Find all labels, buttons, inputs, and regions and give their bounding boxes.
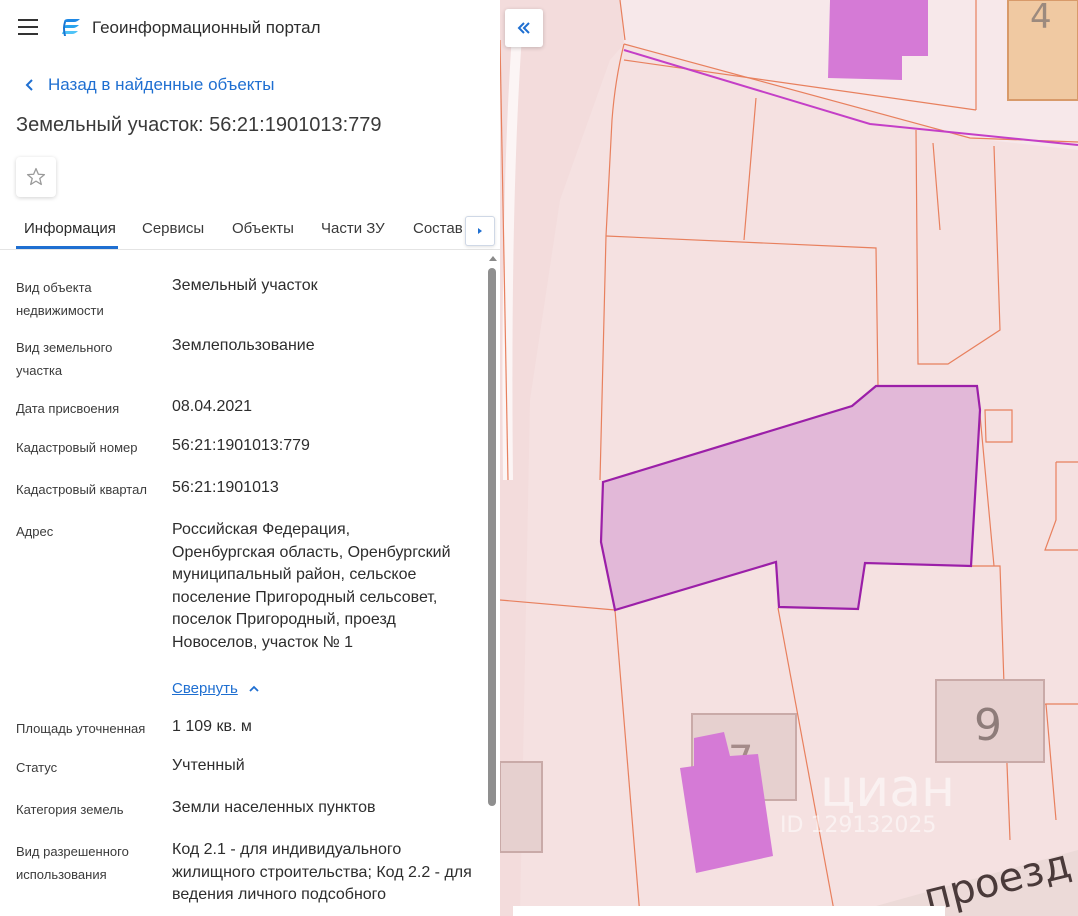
building [500, 761, 543, 853]
back-link-label: Назад в найденные объекты [48, 75, 275, 94]
address-value: Российская Федерация, Оренбургская облас… [172, 521, 451, 651]
property-value: Учтенный [172, 757, 245, 774]
property-label: Категория земель [16, 802, 124, 817]
tab-objects[interactable]: Объекты [232, 220, 294, 237]
property-value: Код 2.1 - для индивидуального жилищного … [172, 841, 472, 903]
property-label: Кадастровый квартал [16, 482, 147, 497]
tab-composition[interactable]: Состав [413, 220, 463, 237]
property-value: Земельный участок [172, 277, 318, 294]
selected-parcel[interactable] [599, 384, 982, 612]
property-value: 56:21:1901013:779 [172, 437, 310, 454]
app-title: Геоинформационный портал [92, 18, 321, 37]
property-label: Статус [16, 760, 58, 775]
cadastral-map[interactable]: 4 7 [500, 0, 1078, 916]
property-label: Вид земельного участка [16, 340, 113, 378]
collapse-address-link[interactable]: Свернуть [172, 680, 260, 697]
map-attribution-bar [513, 906, 945, 916]
property-label: Дата присвоения [16, 401, 120, 416]
active-tab-indicator [16, 246, 118, 249]
property-value: Землепользование [172, 337, 315, 354]
tab-information[interactable]: Информация [24, 220, 116, 237]
scrollbar-thumb[interactable] [488, 268, 496, 806]
page-title: Земельный участок: 56:21:1901013:779 [16, 114, 382, 136]
scroll-up-arrow-icon[interactable] [489, 256, 497, 261]
tabs-scroll-right-button[interactable] [465, 216, 495, 246]
property-label: Кадастровый номер [16, 440, 138, 455]
tab-services[interactable]: Сервисы [142, 220, 204, 237]
hamburger-menu-icon[interactable] [18, 19, 38, 35]
star-icon [26, 167, 46, 186]
property-value: Земли населенных пунктов [172, 799, 376, 816]
property-label: Адрес [16, 524, 54, 539]
caret-right-icon [478, 228, 482, 234]
house-number-4: 4 [1030, 0, 1052, 37]
property-label: Площадь уточненная [16, 721, 146, 736]
property-value: 56:21:1901013 [172, 479, 279, 496]
collapse-label: Свернуть [172, 680, 238, 697]
property-label: Вид объекта недвижимости [16, 280, 104, 318]
chevron-up-icon [249, 685, 259, 692]
property-label: Вид разрешенного использования [16, 844, 129, 882]
top-bar: Геоинформационный портал [0, 0, 500, 56]
house-number-9: 9 [974, 700, 1002, 751]
tab-parcel-parts[interactable]: Части ЗУ [321, 220, 385, 237]
properties-list: Вид объекта недвижимости Земельный участ… [0, 260, 485, 916]
info-panel: Геоинформационный портал Назад в найденн… [0, 0, 500, 916]
map-canvas[interactable]: 4 7 [500, 0, 1078, 916]
double-chevron-left-icon [517, 22, 530, 34]
properties-scrollbar[interactable] [486, 254, 498, 916]
property-value: 1 109 кв. м [172, 718, 252, 735]
watermark-text: циан [820, 759, 955, 819]
tab-bar: Информация Сервисы Объекты Части ЗУ Сост… [0, 208, 500, 250]
collapse-panel-button[interactable] [505, 9, 543, 47]
portal-logo-icon [62, 19, 80, 36]
chevron-left-icon [25, 79, 33, 91]
property-value: 08.04.2021 [172, 398, 253, 415]
back-link[interactable]: Назад в найденные объекты [20, 74, 274, 96]
watermark-id: ID 129132025 [780, 813, 936, 838]
favorite-button[interactable] [16, 157, 56, 197]
